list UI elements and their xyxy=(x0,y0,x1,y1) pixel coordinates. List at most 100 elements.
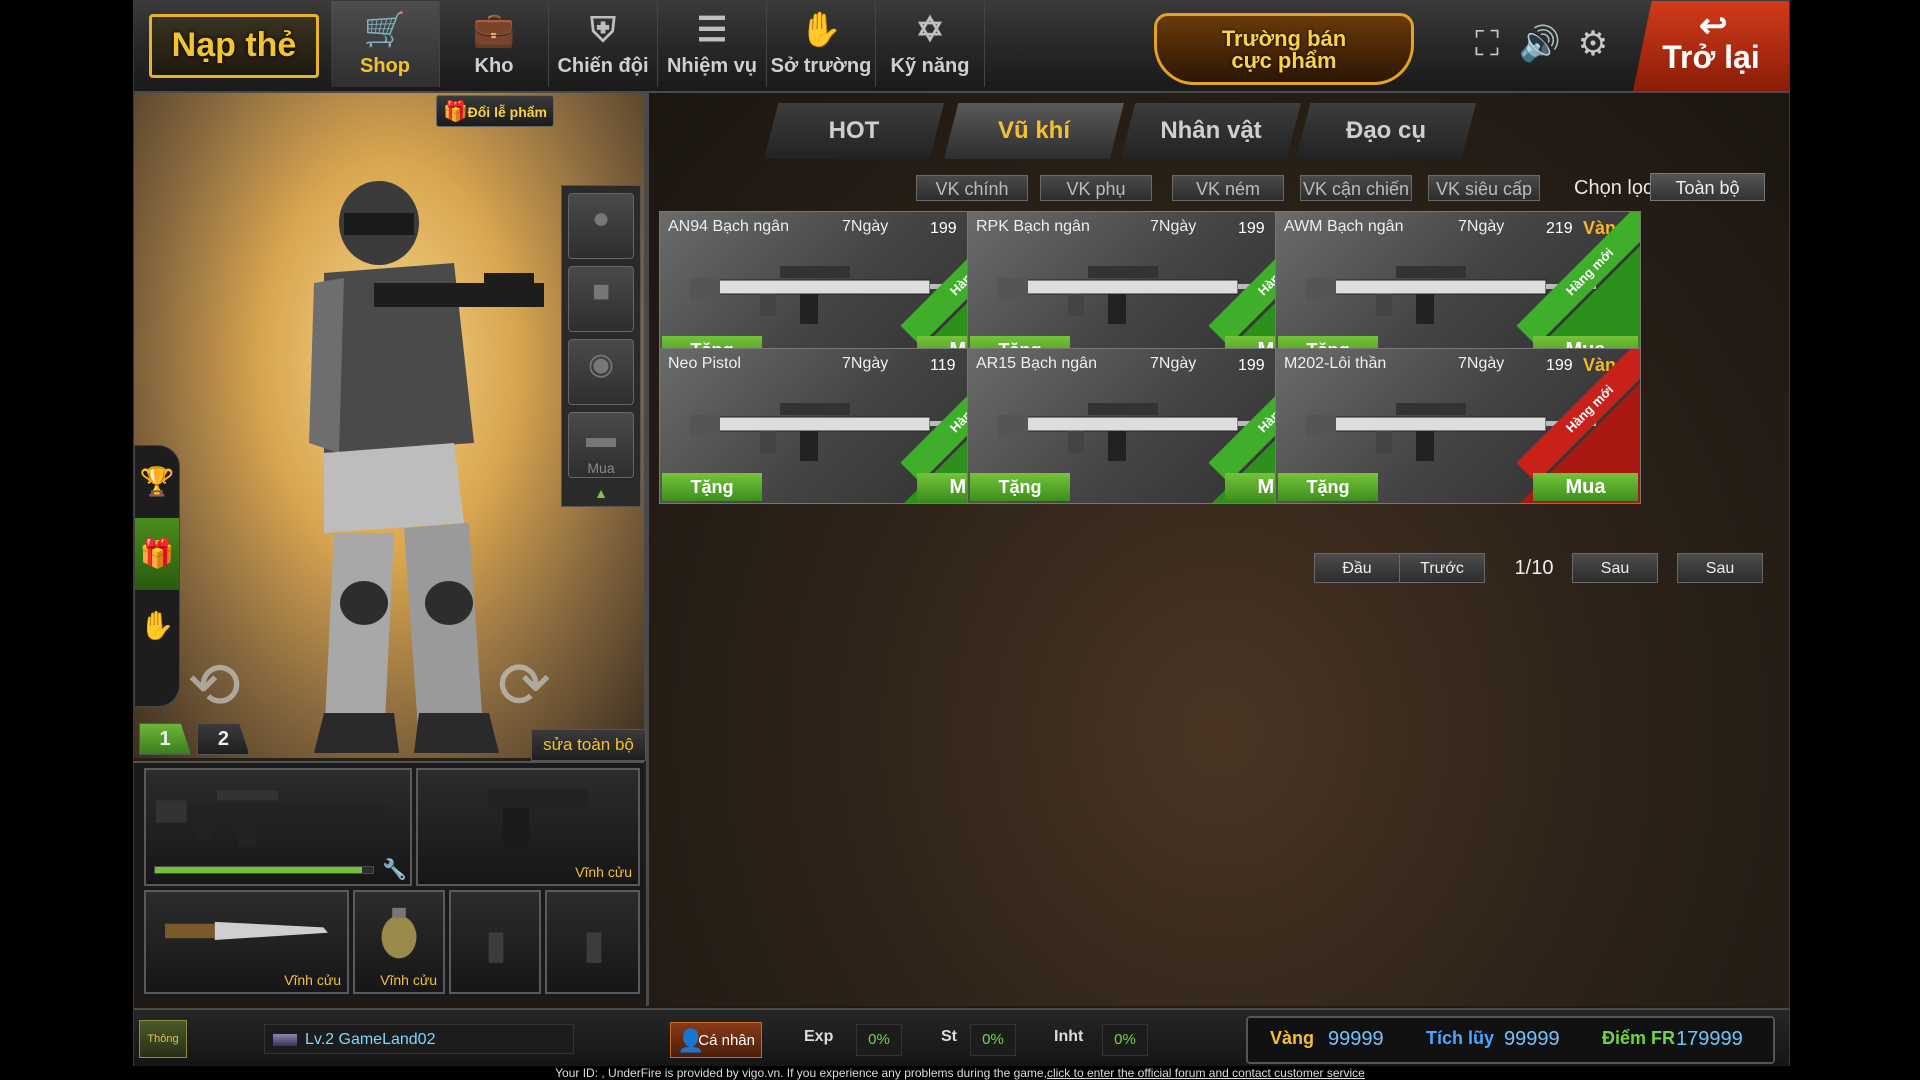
st-label: St xyxy=(941,1028,957,1045)
top-bar: Nạp thẻ 🛒 Shop 💼 Kho ⛨ Chiến đội ☰ Nhiệm… xyxy=(134,1,1789,93)
return-arrow-icon: ↩ xyxy=(1699,7,1728,45)
filter-dropdown[interactable]: Toàn bộ xyxy=(1650,173,1765,201)
back-button[interactable]: ↩ Trở lại xyxy=(1633,1,1789,91)
equipment-column: ● ■ ◉ ▬ Mua ▲ xyxy=(561,185,641,507)
tab-shop[interactable]: 🛒 Shop xyxy=(331,1,440,87)
shop-item-card[interactable]: M202-Lôi thần 7Ngày 199 Vàng Hàng mới Tặng Mua xyxy=(1275,348,1641,504)
grenade-placeholder-icon: ▮ xyxy=(485,923,508,967)
notice-button[interactable]: Thông báo xyxy=(139,1020,187,1058)
loadout-tab-1[interactable]: 1 xyxy=(139,723,191,755)
item-duration: 7Ngày xyxy=(842,355,889,372)
sound-icon[interactable]: 🔊 xyxy=(1517,21,1563,67)
weapon-skin-slot[interactable]: ▬ Mua xyxy=(568,412,634,478)
tab-inventory[interactable]: 💼 Kho xyxy=(440,1,549,87)
item-price: 199 xyxy=(1238,220,1265,237)
gold-value: 99999 xyxy=(1328,1028,1384,1050)
user-icon: 👤 xyxy=(677,1028,705,1053)
recharge-button[interactable]: Nạp thẻ xyxy=(149,14,319,78)
gift-button[interactable]: Tặng xyxy=(970,473,1070,501)
rifle-icon: ▬ xyxy=(586,421,616,454)
support-link[interactable]: click to enter the official forum and co… xyxy=(1047,1066,1365,1080)
item-price: 119 xyxy=(930,357,956,374)
filter-primary[interactable]: VK chính xyxy=(916,175,1028,201)
helmet-icon: ● xyxy=(591,202,611,235)
gear-icon[interactable]: ⚙ xyxy=(1570,21,1616,67)
vest-slot[interactable]: ■ xyxy=(568,266,634,332)
grenade-slot[interactable]: Vĩnh cửu xyxy=(353,890,445,994)
empty-item-slot-2[interactable]: ▮ xyxy=(545,890,640,994)
item-name: RPK Bạch ngân xyxy=(976,218,1090,235)
gift-box-icon[interactable]: 🎁 xyxy=(135,518,179,590)
rifle-image xyxy=(156,790,390,848)
scroll-up-icon[interactable]: ▲ xyxy=(562,485,640,501)
gold-label: Vàng xyxy=(1270,1028,1315,1048)
last-page-button[interactable]: Sau xyxy=(1677,553,1763,583)
game-frame: Nạp thẻ 🛒 Shop 💼 Kho ⛨ Chiến đội ☰ Nhiệm… xyxy=(133,0,1790,1068)
tab-hot[interactable]: HOT xyxy=(764,103,944,159)
exp-label: Exp xyxy=(804,1028,834,1045)
item-name: M202-Lôi thần xyxy=(1284,355,1387,372)
item-price: 199 xyxy=(930,220,957,237)
filter-super[interactable]: VK siêu cấp xyxy=(1428,175,1540,201)
filter-label: Chọn lọc xyxy=(1574,177,1653,199)
melee-weapon-slot[interactable]: Vĩnh cửu xyxy=(144,890,349,994)
first-page-button[interactable]: Đầu xyxy=(1314,553,1400,583)
filter-throwable[interactable]: VK ném xyxy=(1172,175,1284,201)
gift-exchange-button[interactable]: 🎁 Đổi lễ phẩm xyxy=(436,95,554,127)
repair-all-button[interactable]: sửa toàn bộ xyxy=(531,729,646,761)
item-name: AWM Bạch ngân xyxy=(1284,218,1404,235)
wallet: Vàng 99999 Tích lũy 99999 Điểm FR 179999 xyxy=(1246,1016,1775,1064)
item-name: AN94 Bạch ngân xyxy=(668,218,789,235)
character-preview: 🎁 Đổi lễ phẩm ● ■ ◉ ▬ Mua ▲ 🏆 🎁 ✋ ⟲ ⟳ xyxy=(134,93,647,758)
mask-icon: ◉ xyxy=(587,348,615,381)
tab-missions[interactable]: ☰ Nhiệm vụ xyxy=(658,1,767,87)
item-price: 199 xyxy=(1546,357,1573,374)
tab-characters[interactable]: Nhân vật xyxy=(1121,103,1301,159)
item-duration: 7Ngày xyxy=(1458,218,1505,235)
helmet-slot[interactable]: ● xyxy=(568,193,634,259)
knife-image xyxy=(165,921,328,941)
fullscreen-icon[interactable]: ⛶ xyxy=(1464,21,1510,67)
mask-slot[interactable]: ◉ xyxy=(568,339,634,405)
loadout-tabs: 1 2 xyxy=(139,723,251,757)
gift-button[interactable]: Tặng xyxy=(662,473,762,501)
tab-items[interactable]: Đạo cụ xyxy=(1296,103,1476,159)
tab-skills[interactable]: ✡ Kỹ năng xyxy=(876,1,985,87)
premium-shop-button[interactable]: Trường bán cực phẩm xyxy=(1154,13,1414,85)
inht-label: Inht xyxy=(1054,1028,1084,1045)
wrench-icon[interactable]: 🔧 xyxy=(382,857,407,882)
prev-page-button[interactable]: Trước xyxy=(1399,553,1485,583)
primary-weapon-slot[interactable]: 🔧 xyxy=(144,768,412,886)
shop-item-card[interactable]: AWM Bạch ngân7Ngày219VàngHàng mớiTặngMua xyxy=(1275,211,1641,367)
trophy-icon[interactable]: 🏆 xyxy=(135,446,179,518)
tab-talents[interactable]: ✋ Sở trường xyxy=(767,1,876,87)
loadout-panel: 🔧 Vĩnh cửu Vĩnh cửu Vĩnh cửu ▮ ▮ xyxy=(134,761,644,998)
exp-value: 0% xyxy=(856,1024,902,1056)
player-info: Lv.2 GameLand02 xyxy=(264,1024,574,1054)
fr-value: 179999 xyxy=(1676,1028,1743,1050)
grenade-image xyxy=(381,907,417,959)
item-duration: 7Ngày xyxy=(1150,218,1197,235)
clipboard-icon: ☰ xyxy=(696,11,728,49)
tab-clan[interactable]: ⛨ Chiến đội xyxy=(549,1,658,87)
next-page-button[interactable]: Sau xyxy=(1572,553,1658,583)
page-indicator: 1/10 xyxy=(1514,557,1554,579)
rank-icon xyxy=(273,1034,297,1046)
buy-button[interactable]: Mua xyxy=(1533,473,1638,501)
footer: Your ID: , UnderFire is provided by vigo… xyxy=(0,1066,1920,1080)
bottom-bar: Thông báo Lv.2 GameLand02 👤 Cá nhân Exp … xyxy=(134,1008,1789,1067)
filter-melee[interactable]: VK cận chiến xyxy=(1300,175,1412,201)
profile-button[interactable]: 👤 Cá nhân xyxy=(670,1022,762,1058)
tab-weapons[interactable]: Vũ khí xyxy=(944,103,1124,159)
empty-item-slot-1[interactable]: ▮ xyxy=(449,890,541,994)
filter-secondary[interactable]: VK phụ xyxy=(1040,175,1152,201)
item-name: AR15 Bạch ngân xyxy=(976,355,1097,372)
rotate-left-icon[interactable]: ⟲ xyxy=(169,648,259,721)
secondary-weapon-slot[interactable]: Vĩnh cửu xyxy=(416,768,640,886)
st-value: 0% xyxy=(970,1024,1016,1056)
gift-button[interactable]: Tặng xyxy=(1278,473,1378,501)
arm-icon: ✋ xyxy=(799,11,843,49)
rotate-right-icon[interactable]: ⟳ xyxy=(479,648,569,721)
star-of-david-icon: ✡ xyxy=(915,11,945,49)
loadout-tab-2[interactable]: 2 xyxy=(197,723,250,755)
